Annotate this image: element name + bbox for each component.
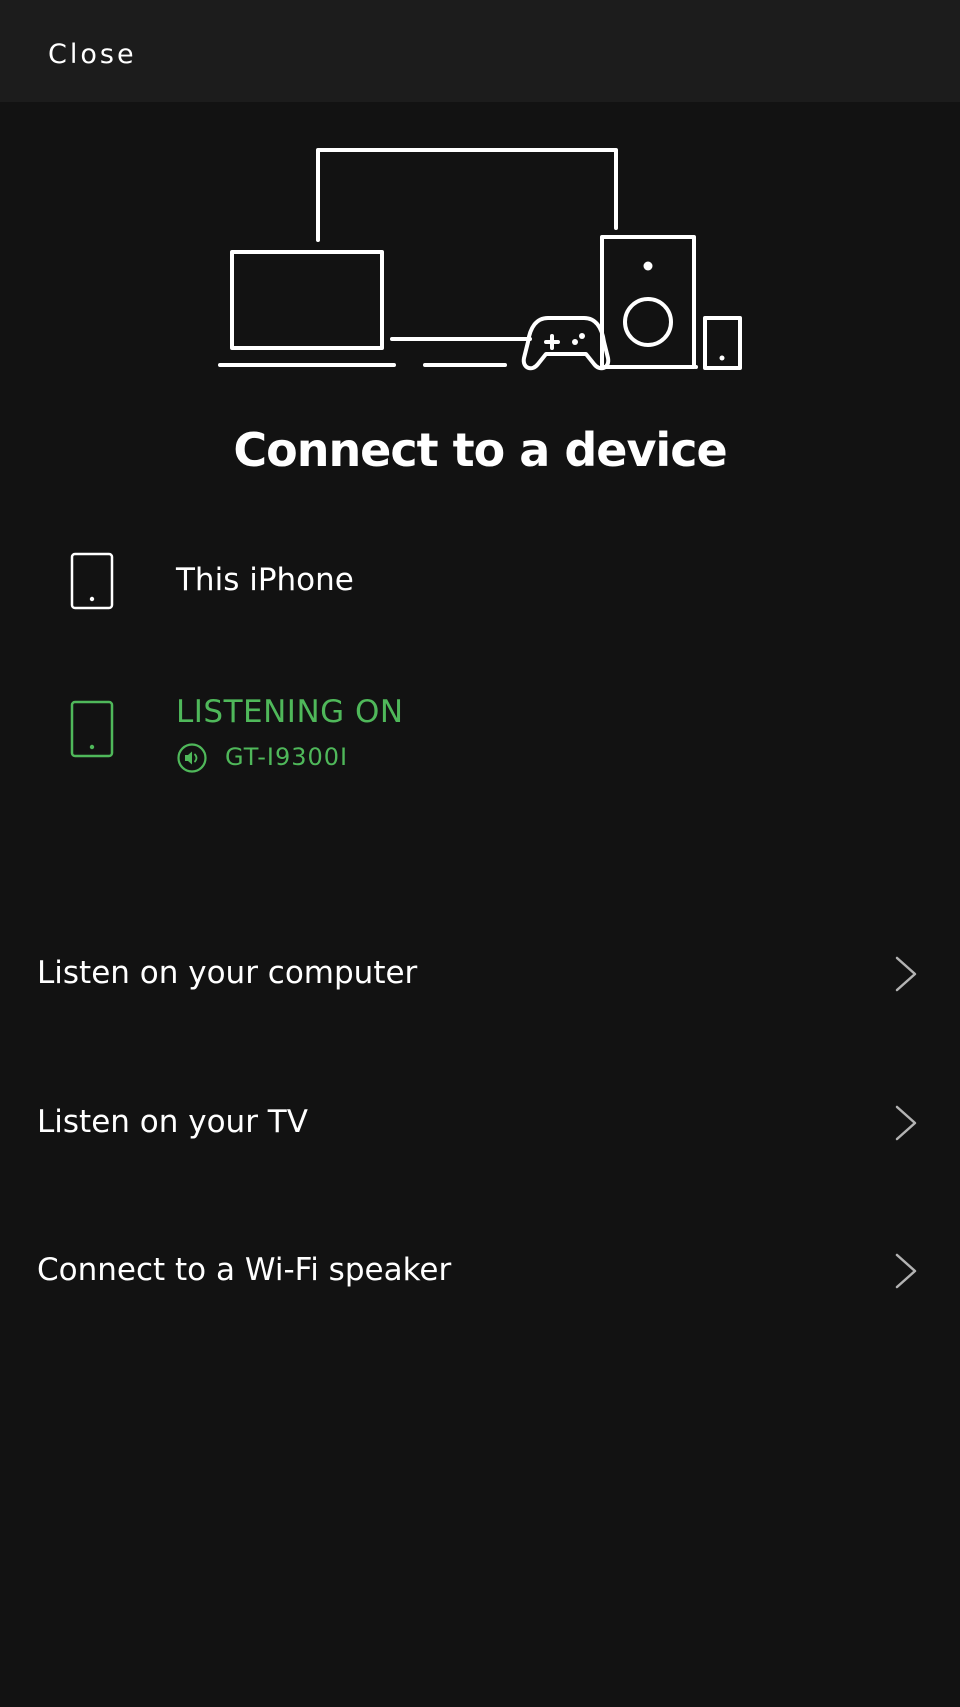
listening-on-label: LISTENING ON bbox=[176, 694, 404, 730]
chevron-right-icon bbox=[895, 1253, 917, 1289]
option-label: Listen on your TV bbox=[37, 1104, 308, 1140]
device-item-active[interactable]: LISTENING ON GT-I9300I bbox=[0, 692, 960, 802]
speaker-icon bbox=[177, 743, 207, 773]
phone-icon bbox=[70, 700, 114, 758]
option-listen-on-tv[interactable]: Listen on your TV bbox=[0, 1077, 960, 1167]
devices-illustration-icon bbox=[218, 148, 742, 371]
device-item-this-iphone[interactable]: This iPhone bbox=[0, 552, 960, 662]
option-label: Connect to a Wi-Fi speaker bbox=[37, 1252, 452, 1288]
close-button[interactable]: Close bbox=[48, 36, 137, 74]
chevron-right-icon bbox=[895, 1105, 917, 1141]
option-listen-on-computer[interactable]: Listen on your computer bbox=[0, 928, 960, 1018]
phone-icon bbox=[70, 552, 114, 610]
active-device-name: GT-I9300I bbox=[225, 743, 349, 771]
chevron-right-icon bbox=[895, 956, 917, 992]
option-label: Listen on your computer bbox=[37, 955, 418, 991]
page-title: Connect to a device bbox=[233, 423, 727, 477]
option-connect-wifi-speaker[interactable]: Connect to a Wi-Fi speaker bbox=[0, 1225, 960, 1315]
top-bar: Close bbox=[0, 0, 960, 102]
device-name: This iPhone bbox=[176, 562, 354, 598]
